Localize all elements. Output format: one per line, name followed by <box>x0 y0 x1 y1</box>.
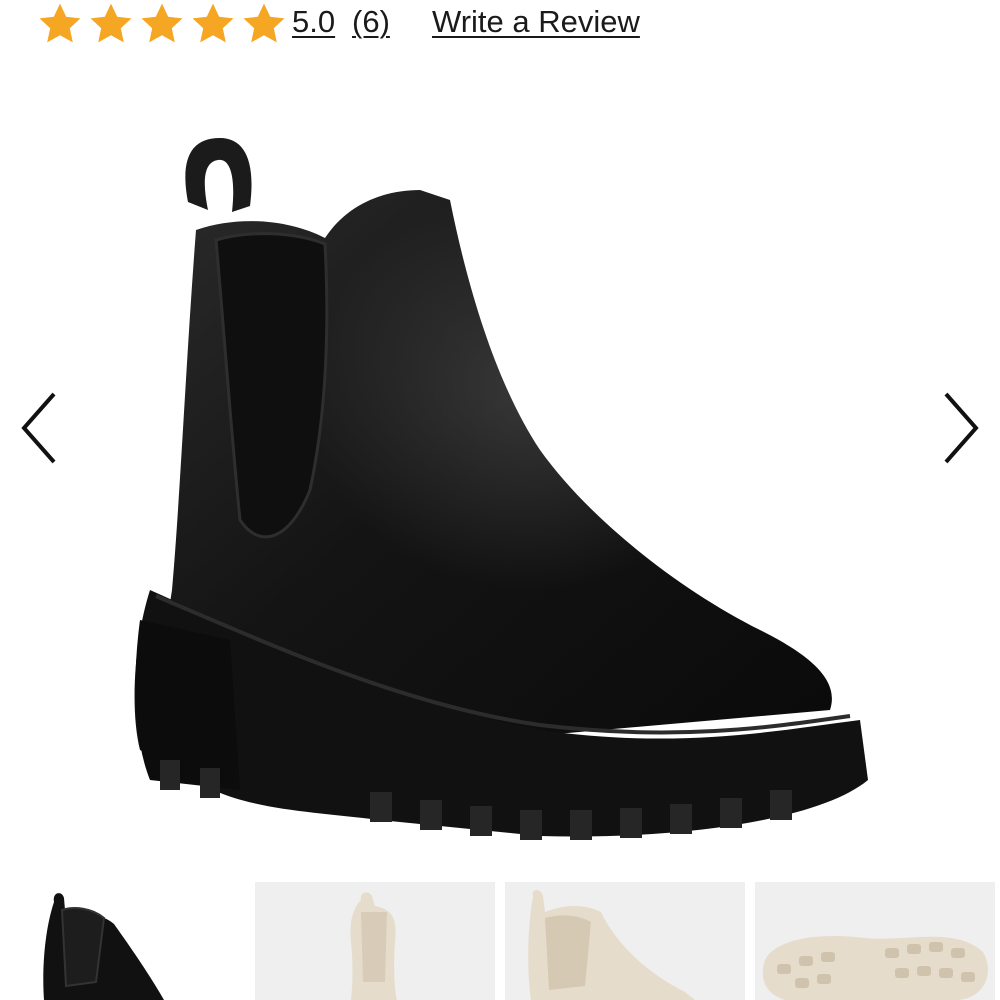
thumbnail-cream-sole[interactable] <box>755 882 995 1000</box>
star-icon <box>90 3 132 43</box>
star-icon <box>243 3 285 43</box>
thumbnail-cream-boot-side[interactable] <box>505 882 745 1000</box>
star-icon <box>39 3 81 43</box>
star-icon <box>192 3 234 43</box>
review-count-link[interactable]: (6) <box>352 6 390 37</box>
thumbnail-strip <box>0 882 1000 1000</box>
rating-row <box>36 0 288 48</box>
carousel-prev-button[interactable] <box>10 388 70 468</box>
write-review-link[interactable]: Write a Review <box>432 6 640 37</box>
product-main-image[interactable] <box>120 120 880 840</box>
thumbnail-cream-boot-front[interactable] <box>255 882 495 1000</box>
thumbnail-image <box>762 936 988 1000</box>
star-icon <box>141 3 183 43</box>
thumbnail-black-boot[interactable] <box>4 882 244 1000</box>
chevron-right-icon <box>944 392 979 464</box>
star-rating[interactable] <box>36 0 288 48</box>
thumbnail-image <box>43 893 164 1000</box>
chevron-left-icon <box>21 392 56 464</box>
carousel-next-button[interactable] <box>930 388 990 468</box>
thumbnail-image <box>528 890 695 1000</box>
rating-value-link[interactable]: 5.0 <box>292 6 335 37</box>
product-image-carousel <box>0 80 1000 870</box>
thumbnail-image <box>350 892 397 1000</box>
